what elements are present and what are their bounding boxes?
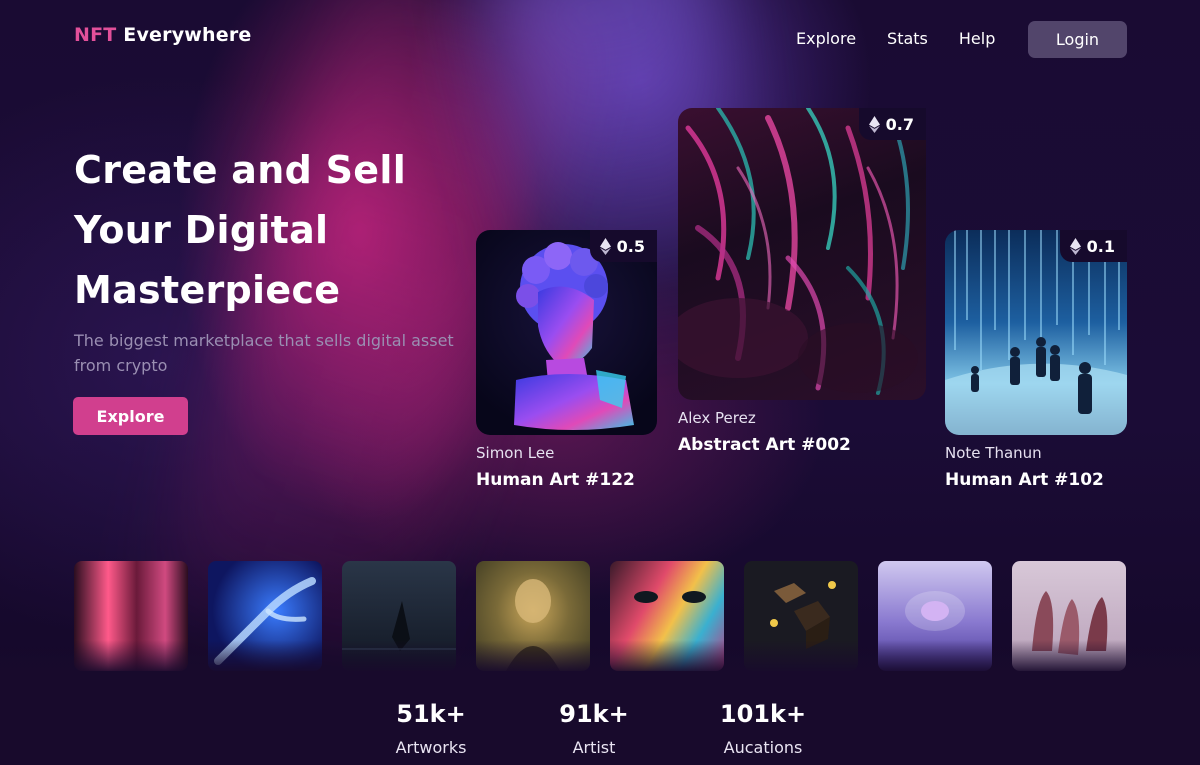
main-nav: Explore Stats Help [796, 29, 1026, 48]
ethereum-icon [599, 237, 611, 255]
stat-label: Aucations [723, 738, 803, 757]
abstract-fur-image [678, 108, 918, 395]
nft-artwork-abstract[interactable] [678, 108, 926, 400]
stat-label: Artist [572, 738, 616, 757]
stat-value: 91k+ [559, 700, 629, 728]
nft-card[interactable]: 0.5 Simon Lee Human Art #122 [476, 230, 657, 500]
explore-button[interactable]: Explore [73, 397, 188, 435]
price-tag: 0.7 [858, 108, 926, 140]
stat-value: 101k+ [719, 700, 807, 728]
nav-help[interactable]: Help [959, 29, 995, 48]
nft-card[interactable]: 0.1 Note Thanun Human Art #102 [945, 230, 1127, 500]
hero-title: Create and Sell Your Digital Masterpiece [74, 140, 474, 320]
logo-text: Everywhere [116, 24, 252, 46]
hero-title-line: Your Digital [74, 208, 329, 252]
card-author[interactable]: Note Thanun [945, 444, 1042, 462]
stat-aucations: 101k+ Aucations [703, 700, 823, 757]
price-tag: 0.5 [589, 230, 657, 262]
ethereum-icon [868, 115, 880, 133]
stat-label: Artworks [395, 738, 467, 757]
price-value: 0.7 [885, 114, 914, 134]
logo-accent: NFT [74, 24, 117, 46]
card-title[interactable]: Human Art #102 [945, 470, 1104, 490]
ethereum-icon [1069, 237, 1081, 255]
nav-stats[interactable]: Stats [887, 29, 928, 48]
hero-title-line: Create and Sell [74, 148, 407, 192]
nav-explore[interactable]: Explore [796, 29, 856, 48]
stat-artist: 91k+ Artist [544, 700, 644, 757]
price-value: 0.5 [616, 236, 645, 256]
hero-subtitle: The biggest marketplace that sells digit… [74, 331, 454, 375]
card-author[interactable]: Alex Perez [678, 409, 756, 427]
nft-card[interactable]: 0.7 Alex Perez Abstract Art #002 [678, 108, 926, 463]
card-title[interactable]: Abstract Art #002 [678, 435, 851, 455]
login-button[interactable]: Login [1028, 21, 1127, 58]
stat-artworks: 51k+ Artworks [381, 700, 481, 757]
hero-title-line: Masterpiece [74, 268, 341, 312]
card-title[interactable]: Human Art #122 [476, 470, 635, 490]
price-value: 0.1 [1086, 236, 1115, 256]
card-author[interactable]: Simon Lee [476, 444, 554, 462]
stat-value: 51k+ [396, 700, 466, 728]
price-tag: 0.1 [1059, 230, 1127, 262]
logo[interactable]: NFT Everywhere [74, 24, 252, 46]
